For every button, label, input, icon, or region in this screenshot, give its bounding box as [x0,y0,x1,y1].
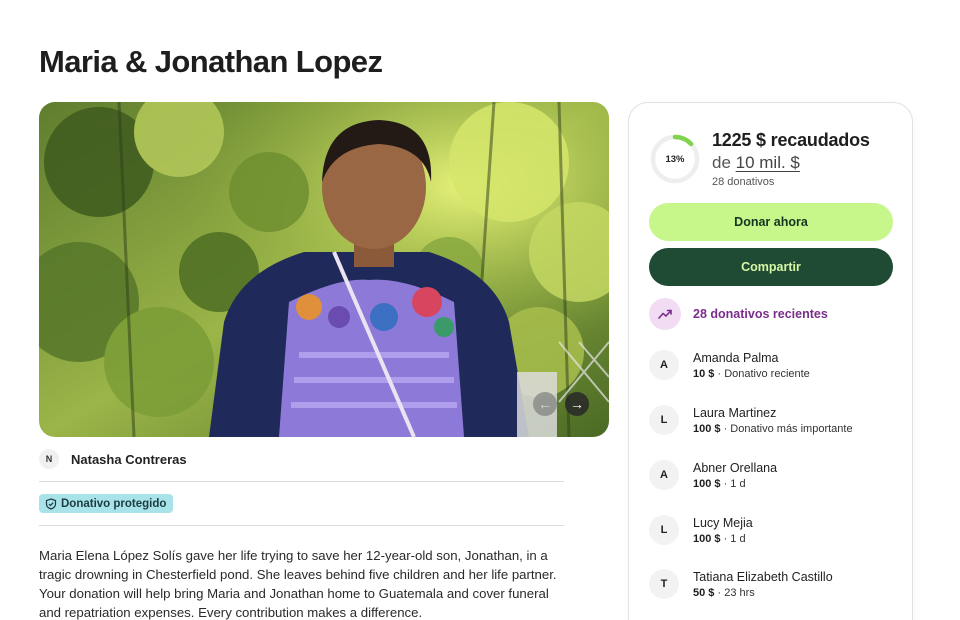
protected-donation-badge[interactable]: Donativo protegido [39,494,174,513]
donor-meta-text: · 1 d [720,533,746,545]
donor-item: A Amanda Palma 10 $ · Donativo reciente [649,350,810,380]
trending-icon-container [649,298,681,330]
gallery-prev-button[interactable]: ← [533,392,557,416]
donor-name: Amanda Palma [693,351,779,365]
recent-donations-link[interactable]: 28 donativos recientes [649,298,828,330]
donor-item: L Lucy Mejia 100 $ · 1 d [649,515,753,545]
donor-meta-text: · 1 d [720,478,746,490]
divider [39,525,564,526]
donor-meta: 10 $ · Donativo reciente [693,368,810,380]
donor-avatar: A [649,350,679,380]
gallery-next-button[interactable]: → [565,392,589,416]
donate-now-button[interactable]: Donar ahora [649,203,893,241]
donations-count: 28 donativos [712,176,775,188]
donor-avatar: T [649,569,679,599]
shield-icon [45,497,57,510]
page-title: Maria & Jonathan Lopez [39,44,383,79]
donor-item: A Abner Orellana 100 $ · 1 d [649,460,777,490]
arrow-left-icon: ← [538,396,552,412]
donation-card: 13% 1225 $ recaudados de 10 mil. $ 28 do… [628,102,913,620]
goal-amount: 10 mil. $ [735,153,800,172]
donor-amount: 100 $ [693,423,721,435]
campaign-photo[interactable]: ← → [39,102,609,437]
donor-avatar: A [649,460,679,490]
organizer-avatar: N [39,449,59,469]
donor-amount: 50 $ [693,587,715,599]
donor-meta-text: · 23 hrs [714,587,755,599]
goal-prefix: de [712,153,736,172]
donor-avatar: L [649,405,679,435]
arrow-right-icon: → [570,396,584,412]
organizer-name[interactable]: Natasha Contreras [71,452,187,467]
donor-amount: 100 $ [693,533,721,545]
progress-percent: 13% [665,153,685,165]
campaign-photo-image [39,102,609,437]
campaign-description: Maria Elena López Solís gave her life tr… [39,548,557,620]
donor-name: Laura Martinez [693,406,777,420]
amount-raised: 1225 $ recaudados [712,130,870,150]
donor-meta-text: · Donativo más importante [720,423,853,435]
donor-meta: 100 $ · 1 d [693,478,777,490]
donor-meta: 100 $ · Donativo más importante [693,423,853,435]
donor-meta: 50 $ · 23 hrs [693,587,833,599]
protected-donation-label: Donativo protegido [61,497,167,510]
donor-name: Lucy Mejia [693,516,753,530]
donor-meta: 100 $ · 1 d [693,533,753,545]
donor-amount: 100 $ [693,478,721,490]
donor-item: L Laura Martinez 100 $ · Donativo más im… [649,405,853,435]
share-button[interactable]: Compartir [649,248,893,286]
donor-name: Tatiana Elizabeth Castillo [693,570,833,584]
donor-name: Abner Orellana [693,461,778,475]
donor-item: T Tatiana Elizabeth Castillo 50 $ · 23 h… [649,569,833,599]
donor-meta-text: · Donativo reciente [714,368,810,380]
goal-text: de 10 mil. $ [712,153,800,173]
donor-amount: 10 $ [693,368,715,380]
trending-up-icon [658,309,672,319]
donor-avatar: L [649,515,679,545]
organizer[interactable]: N Natasha Contreras [39,449,187,469]
recent-donations-label: 28 donativos recientes [693,307,828,321]
divider [39,481,564,482]
